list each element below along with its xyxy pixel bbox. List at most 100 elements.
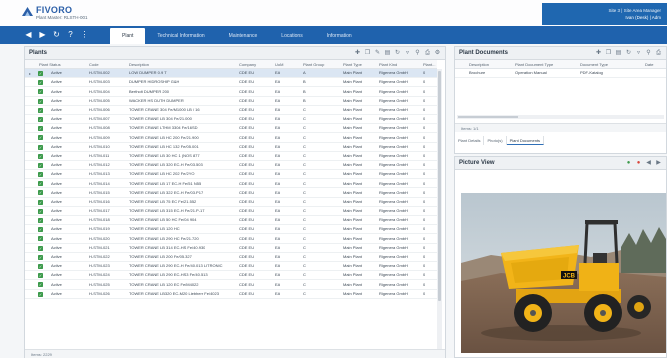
table-row[interactable]: ✓ Active H-STM-024 TOWER CRANE LB 290 EC-HS… [25, 271, 437, 281]
tab-plant-documents[interactable]: Plant Documents [506, 136, 545, 145]
col-plant-type[interactable]: Plant Type [343, 62, 362, 67]
refresh-icon[interactable]: ↻ [394, 50, 401, 57]
active-checkbox-icon[interactable]: ✓ [38, 236, 43, 242]
table-row[interactable]: ✓ Active H-STM-007 TOWER CRANE LB 304 Fe/21… [25, 115, 437, 125]
active-checkbox-icon[interactable]: ✓ [38, 172, 43, 178]
active-checkbox-icon[interactable]: ✓ [38, 263, 43, 269]
active-checkbox-icon[interactable]: ✓ [38, 218, 43, 223]
tab-plant[interactable]: Plant [110, 28, 146, 44]
table-row[interactable]: ✓ Active H-STM-016 TOWER CRANE LB 75 EC Fe/… [25, 198, 437, 207]
table-row[interactable]: ✓ Active H-STM-009 TOWER CRANE LB HC 200 Fe… [25, 133, 437, 143]
print-icon[interactable]: ⎙ [424, 50, 431, 57]
table-row[interactable]: ▸ ✓ Active H-STM-002 LOW DUMPER 0.9 T CDE EU E… [25, 69, 437, 79]
col-description[interactable]: Description [129, 62, 149, 67]
active-checkbox-icon[interactable]: ✓ [38, 98, 43, 104]
tab-plant-details[interactable]: Plant Details [455, 136, 485, 145]
active-checkbox-icon[interactable]: ✓ [38, 162, 43, 168]
active-checkbox-icon[interactable]: ✓ [38, 135, 43, 141]
refresh-icon[interactable]: ↻ [52, 30, 61, 40]
previous-picture-icon[interactable]: ◀ [645, 160, 652, 167]
active-checkbox-icon[interactable]: ✓ [38, 208, 43, 214]
active-checkbox-icon[interactable]: ✓ [38, 153, 43, 159]
active-checkbox-icon[interactable]: ✓ [38, 107, 43, 113]
documents-scroll-thumb[interactable] [458, 116, 518, 118]
table-row[interactable]: ✓ Active H-STM-023 TOWER CRANE LB 290 EC-H … [25, 262, 437, 272]
document-row[interactable]: Brochure Operation Manual PDF-Katalog [455, 69, 666, 79]
table-row[interactable]: ✓ Active H-STM-008 TOWER CRANE LTHM 3304 Fe… [25, 124, 437, 134]
table-row[interactable]: ✓ Active H-STM-010 TOWER CRANE LB HC 132 Fe… [25, 143, 437, 152]
documents-horizontal-scrollbar[interactable] [457, 115, 664, 119]
nav-back-icon[interactable]: ◀ [24, 30, 33, 40]
table-row[interactable]: ✓ Active H-STM-005 WACKER HS DUTH DUMPER CDE… [25, 97, 437, 106]
columns-icon[interactable]: ▤ [615, 50, 622, 57]
tab-maintenance[interactable]: Maintenance [217, 28, 270, 44]
table-row[interactable]: ✓ Active H-STM-025 TOWER CRANE LB 120 EC Fe… [25, 280, 437, 290]
table-row[interactable]: ✓ Active H-STM-003 DUMPER HIDROSHIP G&H CDE … [25, 78, 437, 88]
col-plant-document-type[interactable]: Plant Document Type [515, 62, 553, 67]
table-row[interactable]: ✓ Active H-STM-018 TOWER CRANE LB 50 HC Fe/… [25, 216, 437, 226]
table-row[interactable]: ✓ Active H-STM-021 TOWER CRANE LB 314 EC-HS… [25, 244, 437, 253]
search-icon[interactable]: ⚲ [645, 50, 652, 57]
active-checkbox-icon[interactable]: ✓ [38, 282, 43, 288]
active-checkbox-icon[interactable]: ✓ [38, 190, 43, 196]
search-icon[interactable]: ⚲ [414, 50, 421, 57]
active-checkbox-icon[interactable]: ✓ [38, 273, 43, 279]
col-uom[interactable]: UoM [275, 62, 283, 67]
copy-icon[interactable]: ❐ [605, 50, 612, 57]
active-checkbox-icon[interactable]: ✓ [38, 126, 43, 132]
active-checkbox-icon[interactable]: ✓ [38, 89, 43, 95]
add-icon[interactable]: ✚ [354, 50, 361, 57]
table-row[interactable]: ✓ Active H-STM-004 Bertholt DUMPER 200 CDE E… [25, 87, 437, 97]
table-row[interactable]: ✓ Active H-STM-013 TOWER CRANE LB HC 202 Fe… [25, 170, 437, 180]
table-row[interactable]: ✓ Active H-STM-011 TOWER CRANE LB 30 HC 1 (… [25, 152, 437, 161]
tab-information[interactable]: Information [315, 28, 364, 44]
edit-icon[interactable]: ✎ [374, 50, 381, 57]
col-date[interactable]: Date [645, 62, 653, 67]
copy-icon[interactable]: ❐ [364, 50, 371, 57]
add-icon[interactable]: ✚ [595, 50, 602, 57]
active-checkbox-icon[interactable]: ✓ [38, 245, 43, 251]
next-picture-icon[interactable]: ▶ [655, 160, 662, 167]
user-menu[interactable]: Site 3 | Site Area Manager Ivan (Desk) |… [542, 3, 667, 25]
table-row[interactable]: ✓ Active H-STM-014 TOWER CRANE LB 17 EC-H F… [25, 179, 437, 189]
columns-icon[interactable]: ▤ [384, 50, 391, 57]
print-icon[interactable]: ⎙ [655, 50, 662, 57]
nav-forward-icon[interactable]: ▶ [38, 30, 47, 40]
table-row[interactable]: ✓ Active H-STM-006 TOWER CRANE 304 Fe/M1000… [25, 106, 437, 115]
active-checkbox-icon[interactable]: ✓ [38, 227, 43, 233]
table-row[interactable]: ✓ Active H-STM-022 TOWER CRANE LB 200 Fe/05… [25, 253, 437, 262]
table-row[interactable]: ✓ Active H-STM-015 TOWER CRANE LB 322 EC-H … [25, 188, 437, 198]
col-plant-more[interactable]: Plant... [423, 62, 435, 67]
table-row[interactable]: ✓ Active H-STM-026 TOWER CRANE LB320 EC-M20… [25, 290, 437, 299]
delete-picture-icon[interactable]: ● [635, 160, 642, 167]
active-checkbox-icon[interactable]: ✓ [38, 80, 43, 86]
filter-icon[interactable]: ▿ [635, 50, 642, 57]
col-plant-kind[interactable]: Plant Kind [379, 62, 397, 67]
table-row[interactable]: ✓ Active H-STM-017 TOWER CRANE LB 315 EC-H … [25, 207, 437, 216]
tab-photos[interactable]: Photo(s) [484, 136, 507, 145]
active-checkbox-icon[interactable]: ✓ [38, 71, 43, 76]
active-checkbox-icon[interactable]: ✓ [38, 181, 43, 187]
plants-scroll-thumb[interactable] [438, 71, 441, 301]
col-doc-description[interactable]: Description [469, 62, 489, 67]
refresh-icon[interactable]: ↻ [625, 50, 632, 57]
active-checkbox-icon[interactable]: ✓ [38, 116, 43, 122]
col-code[interactable]: Code [89, 62, 99, 67]
col-plant-group[interactable]: Plant Group [303, 62, 324, 67]
col-plant-status[interactable]: Plant Status [39, 62, 61, 67]
plants-vertical-scrollbar[interactable] [437, 69, 442, 349]
table-row[interactable]: ✓ Active H-STM-012 TOWER CRANE LB 320 EC-H … [25, 161, 437, 171]
tab-technical-information[interactable]: Technical Information [145, 28, 216, 44]
active-checkbox-icon[interactable]: ✓ [38, 199, 43, 205]
tab-locations[interactable]: Locations [269, 28, 314, 44]
active-checkbox-icon[interactable]: ✓ [38, 291, 43, 297]
add-picture-icon[interactable]: ● [625, 160, 632, 167]
settings-icon[interactable]: ⚙ [434, 50, 441, 57]
more-icon[interactable]: ⋮ [80, 30, 89, 40]
filter-icon[interactable]: ▿ [404, 50, 411, 57]
col-company[interactable]: Company [239, 62, 256, 67]
col-document-type[interactable]: Document Type [580, 62, 608, 67]
active-checkbox-icon[interactable]: ✓ [38, 254, 43, 260]
table-row[interactable]: ✓ Active H-STM-019 TOWER CRANE LB 120 HC CDE… [25, 225, 437, 235]
active-checkbox-icon[interactable]: ✓ [38, 144, 43, 150]
